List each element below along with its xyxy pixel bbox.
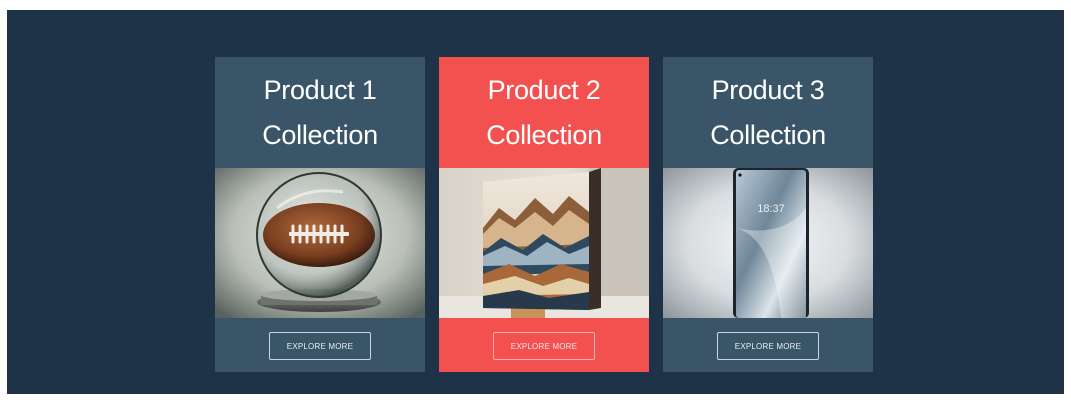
product-card-3[interactable]: Product 3 Collection 18:37 EXPLORE MORE (663, 57, 873, 372)
card-title-line1: Product 3 (711, 74, 825, 105)
mountain-painting-canvas-image (439, 168, 649, 318)
card-title: Product 1 Collection (215, 57, 425, 168)
phone-clock-text: 18:37 (757, 203, 785, 215)
smartphone-image: 18:37 (663, 168, 873, 318)
explore-more-button[interactable]: EXPLORE MORE (493, 332, 595, 360)
card-title-line2: Collection (710, 119, 826, 150)
card-footer: EXPLORE MORE (439, 318, 649, 372)
card-title-line1: Product 1 (263, 74, 377, 105)
card-title-line2: Collection (486, 119, 602, 150)
product-card-2[interactable]: Product 2 Collection EXPLORE MORE (439, 57, 649, 372)
card-footer: EXPLORE MORE (663, 318, 873, 372)
football-in-glass-sphere-image (215, 168, 425, 318)
card-title-line2: Collection (262, 119, 378, 150)
card-title: Product 2 Collection (439, 57, 649, 168)
product-card-1[interactable]: Product 1 Collection EXPLORE MORE (215, 57, 425, 372)
explore-more-button[interactable]: EXPLORE MORE (269, 332, 371, 360)
page-background: Product 1 Collection EXPLORE MORE Produc… (7, 10, 1064, 394)
card-title-line1: Product 2 (487, 74, 601, 105)
explore-more-button[interactable]: EXPLORE MORE (717, 332, 819, 360)
card-footer: EXPLORE MORE (215, 318, 425, 372)
product-cards: Product 1 Collection EXPLORE MORE Produc… (215, 57, 873, 372)
card-title: Product 3 Collection (663, 57, 873, 168)
